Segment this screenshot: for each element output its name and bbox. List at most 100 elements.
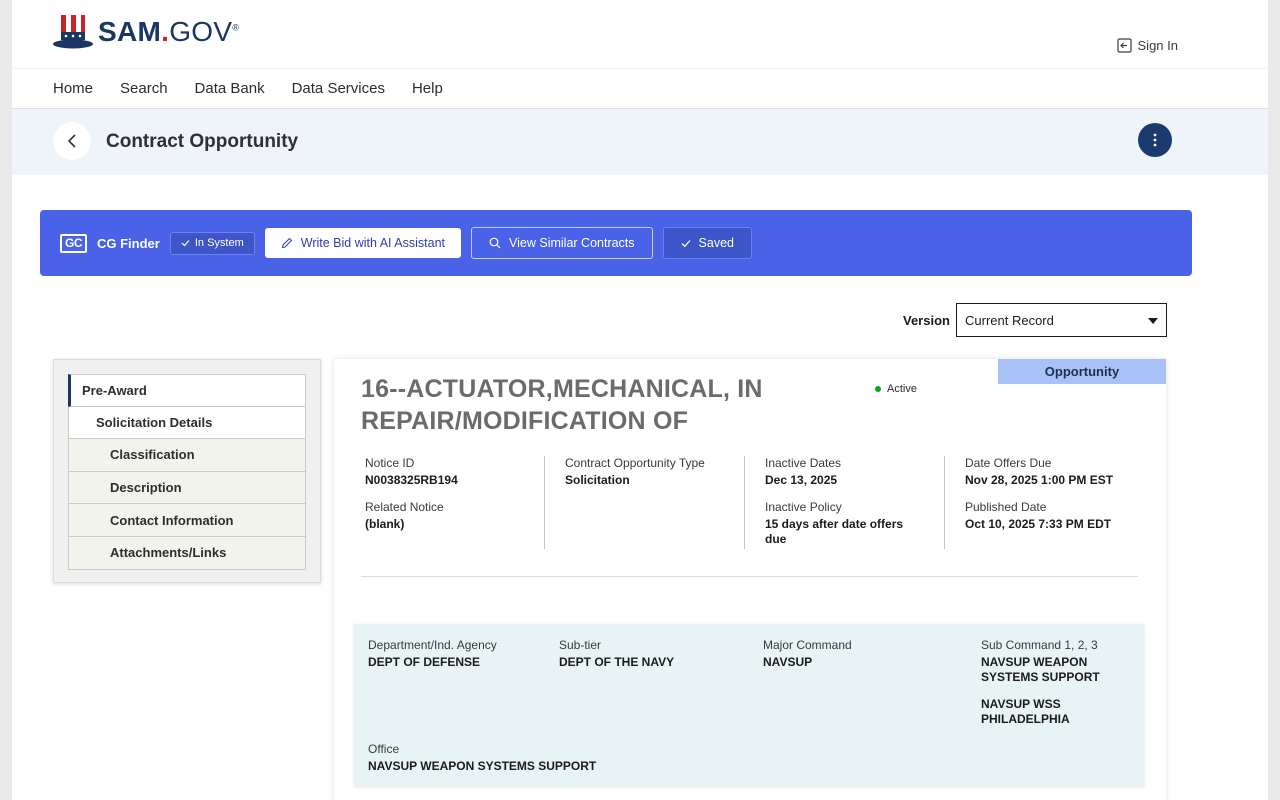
- agency-info-box: Department/Ind. Agency DEPT OF DEFENSE S…: [354, 624, 1144, 786]
- view-similar-label: View Similar Contracts: [509, 236, 635, 250]
- page-title: Contract Opportunity: [106, 131, 299, 152]
- published-date-label: Published Date: [965, 500, 1047, 514]
- page: SAM.GOV® Sign In Home Search Data Bank D…: [12, 0, 1268, 800]
- subtier-label: Sub-tier: [559, 638, 602, 652]
- notice-column: Notice ID N0038325RB194 Related Notice (…: [365, 456, 545, 532]
- status-label: Active: [887, 383, 917, 395]
- nav-data-bank[interactable]: Data Bank: [195, 80, 265, 97]
- major-command-value: NAVSUP: [763, 655, 813, 669]
- check-icon: [681, 239, 691, 247]
- offers-due-field: Date Offers Due Nov 28, 2025 1:00 PM EST: [965, 456, 1144, 488]
- chevron-left-icon: [67, 134, 76, 148]
- inactive-dates-value: Dec 13, 2025: [765, 473, 838, 487]
- sidenav-item-description[interactable]: Description: [68, 471, 306, 505]
- sidenav-item-classification[interactable]: Classification: [68, 439, 306, 472]
- status-badge: Active: [875, 383, 917, 395]
- sidenav-item-label: Classification: [110, 447, 195, 463]
- opportunity-card: Opportunity 16--ACTUATOR,MECHANICAL, IN …: [334, 359, 1166, 800]
- major-command-label: Major Command: [763, 638, 852, 652]
- notice-id-label: Notice ID: [365, 456, 415, 470]
- office-label: Office: [368, 742, 400, 756]
- sub-command-value-2: NAVSUP WSS PHILADELPHIA: [981, 697, 1070, 726]
- published-date-value: Oct 10, 2025 7:33 PM EDT: [965, 517, 1112, 531]
- subtier-value: DEPT OF THE NAVY: [559, 655, 675, 669]
- sign-in-link[interactable]: Sign In: [1116, 38, 1178, 53]
- nav-home[interactable]: Home: [53, 80, 93, 97]
- dates-column: Date Offers Due Nov 28, 2025 1:00 PM EST…: [944, 456, 1144, 549]
- in-system-badge: In System: [169, 231, 255, 255]
- gc-logo: GC: [60, 233, 87, 253]
- opportunity-title: 16--ACTUATOR,MECHANICAL, IN REPAIR/MODIF…: [361, 375, 763, 435]
- type-column: Contract Opportunity Type Solicitation: [544, 456, 744, 549]
- related-notice-value: (blank): [365, 517, 405, 531]
- opportunity-type-value: Solicitation: [565, 473, 630, 487]
- sub-command-value-1: NAVSUP WEAPON SYSTEMS SUPPORT: [981, 655, 1100, 684]
- sidenav-item-attachments-links[interactable]: Attachments/Links: [68, 536, 306, 570]
- office-field: Office NAVSUP WEAPON SYSTEMS SUPPORT: [368, 742, 668, 774]
- cg-finder-label: CG Finder: [97, 235, 160, 251]
- status-dot-icon: [875, 386, 881, 392]
- pencil-icon: [281, 237, 292, 249]
- sidenav-item-solicitation-details[interactable]: Solicitation Details: [68, 406, 306, 440]
- department-value: DEPT OF DEFENSE: [368, 655, 481, 669]
- sidenav-item-pre-award[interactable]: Pre-Award: [68, 374, 306, 407]
- cg-finder-banner: GC CG Finder In System Write Bid with AI…: [40, 210, 1192, 276]
- write-bid-button[interactable]: Write Bid with AI Assistant: [264, 228, 462, 258]
- subtier-field: Sub-tier DEPT OF THE NAVY: [559, 638, 749, 670]
- version-select[interactable]: Current Record: [956, 303, 1167, 337]
- in-system-label: In System: [194, 237, 244, 249]
- version-selected-value: Current Record: [965, 312, 1054, 328]
- inactive-policy-value: 15 days after date offers due: [765, 517, 904, 546]
- sidenav-item-label: Pre-Award: [82, 382, 147, 398]
- inactive-column: Inactive Dates Dec 13, 2025 Inactive Pol…: [744, 456, 944, 549]
- inactive-policy-field: Inactive Policy 15 days after date offer…: [765, 500, 944, 547]
- section-sidenav: Pre-Award Solicitation Details Classific…: [53, 359, 321, 583]
- nav-help[interactable]: Help: [412, 80, 443, 97]
- section-divider: [361, 576, 1138, 577]
- notice-id-field: Notice ID N0038325RB194: [365, 456, 545, 488]
- sidenav-item-contact-information[interactable]: Contact Information: [68, 504, 306, 537]
- view-similar-contracts-button[interactable]: View Similar Contracts: [471, 227, 653, 259]
- offers-due-label: Date Offers Due: [965, 456, 1052, 470]
- saved-button[interactable]: Saved: [662, 227, 752, 259]
- caret-down-icon: [1148, 318, 1158, 324]
- write-bid-label: Write Bid with AI Assistant: [300, 236, 446, 250]
- check-icon: [181, 240, 190, 247]
- opportunity-type-field: Contract Opportunity Type Solicitation: [565, 456, 744, 488]
- major-command-field: Major Command NAVSUP: [763, 638, 963, 670]
- uncle-sam-hat-icon: [53, 15, 93, 49]
- opportunity-tab[interactable]: Opportunity: [998, 359, 1166, 384]
- kebab-menu-icon: [1153, 133, 1157, 147]
- sam-gov-logo[interactable]: SAM.GOV®: [52, 14, 239, 50]
- back-button[interactable]: [53, 122, 91, 160]
- search-icon: [489, 237, 501, 249]
- notice-id-value: N0038325RB194: [365, 473, 458, 487]
- inactive-dates-label: Inactive Dates: [765, 456, 842, 470]
- offers-due-value: Nov 28, 2025 1:00 PM EST: [965, 473, 1114, 487]
- sign-in-icon: [1116, 38, 1132, 53]
- page-title-bar: Contract Opportunity: [12, 109, 1268, 175]
- related-notice-label: Related Notice: [365, 500, 444, 514]
- published-date-field: Published Date Oct 10, 2025 7:33 PM EDT: [965, 500, 1144, 532]
- nav-data-services[interactable]: Data Services: [292, 80, 385, 97]
- sidenav-item-label: Solicitation Details: [96, 414, 213, 430]
- more-actions-button[interactable]: [1138, 123, 1172, 157]
- sub-command-field: Sub Command 1, 2, 3 NAVSUP WEAPON SYSTEM…: [981, 638, 1131, 727]
- sidenav-item-label: Description: [110, 480, 182, 496]
- opportunity-type-label: Contract Opportunity Type: [565, 456, 705, 470]
- sidenav-item-label: Attachments/Links: [110, 545, 227, 561]
- inactive-policy-label: Inactive Policy: [765, 500, 842, 514]
- nav-search[interactable]: Search: [120, 80, 168, 97]
- sign-in-label: Sign In: [1137, 38, 1178, 53]
- version-label: Version: [903, 313, 950, 328]
- main-nav: Home Search Data Bank Data Services Help: [12, 68, 1268, 109]
- inactive-dates-field: Inactive Dates Dec 13, 2025: [765, 456, 944, 488]
- department-field: Department/Ind. Agency DEPT OF DEFENSE: [368, 638, 548, 670]
- related-notice-field: Related Notice (blank): [365, 500, 545, 532]
- logo-wordmark: SAM.GOV®: [98, 16, 240, 47]
- saved-label: Saved: [698, 236, 734, 250]
- sub-command-label: Sub Command 1, 2, 3: [981, 638, 1098, 652]
- department-label: Department/Ind. Agency: [368, 638, 497, 652]
- office-value: NAVSUP WEAPON SYSTEMS SUPPORT: [368, 759, 597, 773]
- sidenav-item-label: Contact Information: [110, 512, 234, 528]
